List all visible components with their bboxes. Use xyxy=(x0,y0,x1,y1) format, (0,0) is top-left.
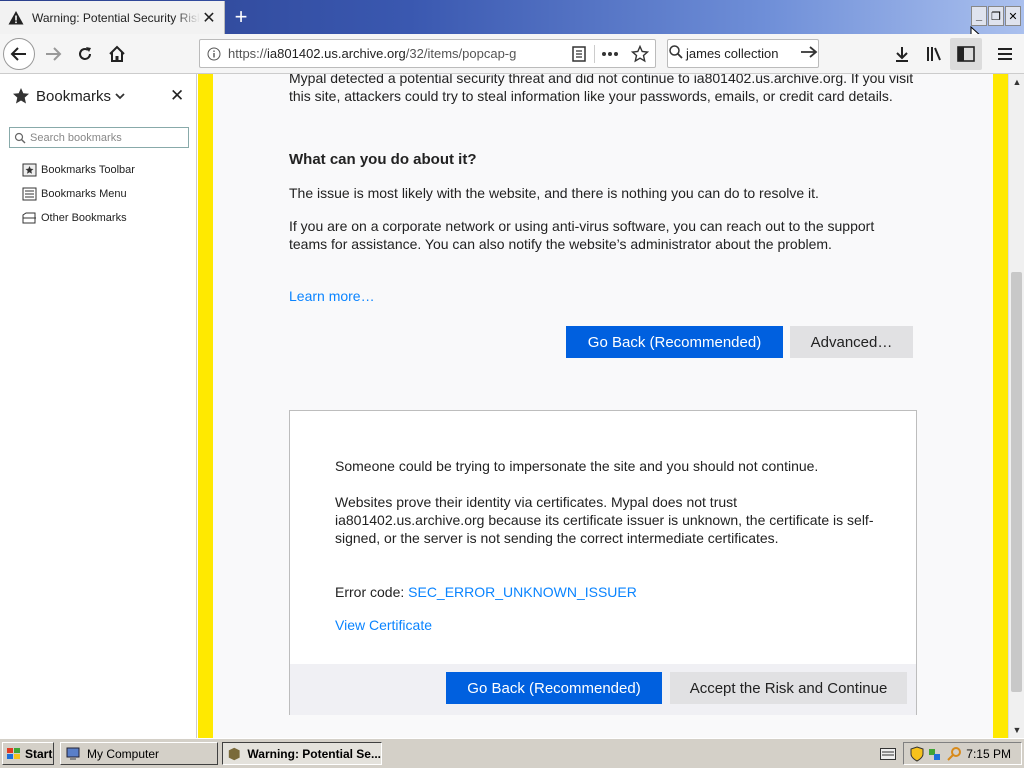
search-bar[interactable]: james collection xyxy=(667,39,819,68)
taskbar-item-browser[interactable]: Warning: Potential Se... xyxy=(222,742,382,765)
url-text[interactable]: https://ia801402.us.archive.org/32/items… xyxy=(228,46,564,61)
sidebar-item-other-bookmarks[interactable]: Other Bookmarks xyxy=(22,208,127,228)
title-bar: Warning: Potential Security Risk Ahead ✕… xyxy=(0,0,1024,46)
panel-go-back-button[interactable]: Go Back (Recommended) xyxy=(446,672,662,704)
page-actions-icon[interactable] xyxy=(595,40,625,67)
search-go-icon[interactable] xyxy=(800,44,818,63)
taskbar-item-label: My Computer xyxy=(87,746,160,761)
go-back-button[interactable]: Go Back (Recommended) xyxy=(566,326,783,358)
menu-list-icon xyxy=(22,187,37,201)
back-button[interactable] xyxy=(3,38,35,70)
home-button[interactable] xyxy=(101,38,133,70)
sidebar-close-button[interactable]: ✕ xyxy=(170,86,184,106)
reload-icon xyxy=(79,47,91,60)
bookmark-star-icon[interactable] xyxy=(625,40,655,67)
view-certificate-link[interactable]: View Certificate xyxy=(335,616,432,634)
scroll-up-arrow-icon[interactable]: ▲ xyxy=(1009,74,1024,90)
warning-icon xyxy=(8,10,24,24)
key-icon[interactable] xyxy=(946,746,962,762)
downloads-button[interactable] xyxy=(886,38,918,70)
system-tray: 7:15 PM xyxy=(903,742,1022,765)
windows-logo-icon xyxy=(7,747,20,759)
bookmarks-search-field[interactable] xyxy=(9,127,189,148)
chevron-down-icon[interactable] xyxy=(115,92,125,100)
support-text: If you are on a corporate network or usi… xyxy=(289,218,875,252)
forward-arrow-icon xyxy=(46,47,62,61)
taskbar-item-my-computer[interactable]: My Computer xyxy=(60,742,218,765)
advanced-panel: Someone could be trying to impersonate t… xyxy=(289,410,917,715)
bookmarks-search-input[interactable] xyxy=(30,131,180,144)
vertical-scrollbar[interactable]: ▲ ▼ xyxy=(1008,74,1024,738)
error-code-label: Error code: xyxy=(335,584,405,600)
section-heading: What can you do about it? xyxy=(289,151,477,168)
error-code-link[interactable]: SEC_ERROR_UNKNOWN_ISSUER xyxy=(408,584,637,600)
sidebar-item-bookmarks-toolbar[interactable]: Bookmarks Toolbar xyxy=(22,160,135,180)
taskbar: Start My Computer Warning: Potential Se.… xyxy=(0,738,1024,768)
sidebar-toggle-button[interactable] xyxy=(950,38,982,70)
close-window-button[interactable]: ✕ xyxy=(1005,6,1021,26)
computer-icon xyxy=(66,747,80,760)
hamburger-menu-icon xyxy=(998,48,1012,60)
new-tab-button[interactable]: + xyxy=(228,4,254,30)
sidebar-item-label: Other Bookmarks xyxy=(41,212,127,224)
site-info-icon[interactable] xyxy=(200,47,228,61)
star-folder-icon xyxy=(22,163,37,177)
minimize-button[interactable]: _ xyxy=(971,6,987,26)
sidebar-item-bookmarks-menu[interactable]: Bookmarks Menu xyxy=(22,184,127,204)
scroll-down-arrow-icon[interactable]: ▼ xyxy=(1009,722,1024,738)
certificate-explanation: Websites prove their identity via certif… xyxy=(335,494,874,546)
start-label: Start xyxy=(25,746,53,761)
shield-icon[interactable] xyxy=(910,745,924,762)
tab-active[interactable]: Warning: Potential Security Risk Ahead ✕ xyxy=(0,1,225,34)
forward-button[interactable] xyxy=(37,38,69,70)
reload-button[interactable] xyxy=(69,38,101,70)
app-menu-button[interactable] xyxy=(989,38,1021,70)
folder-icon xyxy=(22,212,36,224)
advanced-panel-footer: Go Back (Recommended) Accept the Risk an… xyxy=(290,664,916,715)
tab-close-button[interactable]: ✕ xyxy=(200,9,218,27)
taskbar-item-label: Warning: Potential Se... xyxy=(247,746,381,761)
home-icon xyxy=(109,45,125,62)
accept-risk-button[interactable]: Accept the Risk and Continue xyxy=(670,672,907,704)
search-input[interactable]: james collection xyxy=(684,46,800,61)
sidebar-item-label: Bookmarks Menu xyxy=(41,188,127,200)
impersonate-text: Someone could be trying to impersonate t… xyxy=(335,458,819,474)
star-icon xyxy=(13,88,29,104)
download-icon xyxy=(896,47,908,62)
scroll-thumb[interactable] xyxy=(1011,272,1022,692)
url-host: ia801402.us.archive.org xyxy=(267,46,406,61)
url-path: /32/items/popcap-g xyxy=(405,46,517,61)
intro-text: Mypal detected a potential security thre… xyxy=(289,74,914,104)
sidebar-item-label: Bookmarks Toolbar xyxy=(41,164,135,176)
back-arrow-icon xyxy=(10,47,26,61)
restore-button[interactable]: ❐ xyxy=(988,6,1004,26)
tab-title: Warning: Potential Security Risk Ahead xyxy=(32,10,200,25)
clock: 7:15 PM xyxy=(966,746,1011,761)
url-bar[interactable]: https://ia801402.us.archive.org/32/items… xyxy=(199,39,656,68)
search-icon xyxy=(668,44,684,63)
learn-more-link[interactable]: Learn more… xyxy=(289,287,914,305)
url-prefix: https:// xyxy=(228,46,268,61)
library-icon xyxy=(927,47,941,61)
nav-toolbar: https://ia801402.us.archive.org/32/items… xyxy=(0,34,1024,74)
issue-text: The issue is most likely with the websit… xyxy=(289,185,819,201)
bookmarks-sidebar: Bookmarks ✕ Bookmarks Toolbar Bookmarks … xyxy=(0,74,197,738)
sidebar-title[interactable]: Bookmarks xyxy=(36,88,111,105)
search-icon xyxy=(14,132,26,143)
start-button[interactable]: Start xyxy=(2,742,54,765)
error-page: Mypal detected a potential security thre… xyxy=(198,74,1008,738)
error-code-line: Error code: SEC_ERROR_UNKNOWN_ISSUER xyxy=(335,583,637,601)
network-icon[interactable] xyxy=(928,746,942,762)
library-button[interactable] xyxy=(918,38,950,70)
sidebar-icon xyxy=(957,46,975,62)
sidebar-header: Bookmarks ✕ xyxy=(0,74,197,118)
reader-view-icon[interactable] xyxy=(564,40,594,67)
advanced-button[interactable]: Advanced… xyxy=(790,326,913,358)
keyboard-icon[interactable] xyxy=(880,748,896,760)
browser-icon xyxy=(228,747,240,760)
